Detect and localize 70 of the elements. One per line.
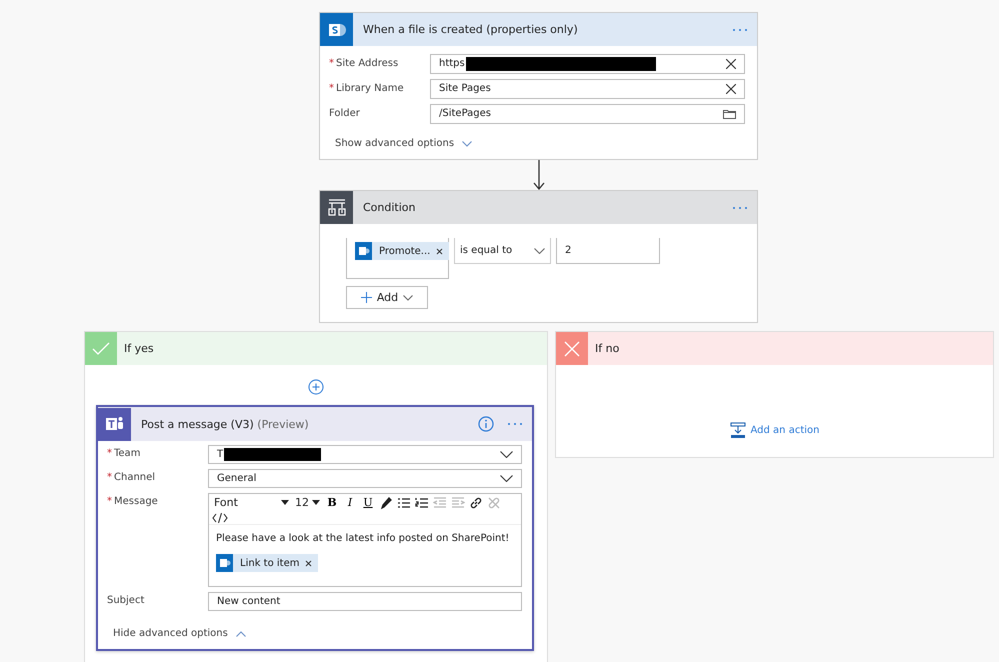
arrow-icon xyxy=(532,160,544,190)
underline-button[interactable]: U xyxy=(360,495,376,510)
advanced-options-link[interactable]: Hide advanced options xyxy=(113,628,228,639)
input-field[interactable]: https xyxy=(430,54,745,74)
field-value: New content xyxy=(217,596,280,607)
chevron-up-icon xyxy=(236,630,246,636)
caret-icon xyxy=(281,500,289,505)
numbers-icon[interactable] xyxy=(414,496,430,510)
token-label: Promote... xyxy=(378,246,432,256)
input-field[interactable]: /SitePages xyxy=(430,104,745,124)
advanced-options-link[interactable]: Show advanced options xyxy=(335,138,454,149)
field-value: 2 xyxy=(565,245,572,256)
add-step-icon[interactable] xyxy=(308,379,324,395)
caret-icon xyxy=(312,500,320,505)
branch-title: If yes xyxy=(124,342,154,355)
field-label: Channel xyxy=(114,472,156,483)
chevron-down-icon xyxy=(403,294,414,300)
code-view-icon[interactable] xyxy=(212,513,228,523)
chevron-down-icon xyxy=(500,451,513,458)
required-mark: * xyxy=(329,58,334,69)
field-value: https xyxy=(439,58,465,69)
input-field[interactable]: 2 xyxy=(556,238,660,264)
required-mark: * xyxy=(107,496,112,507)
field-label: Subject xyxy=(107,595,144,606)
field-label: Site Address xyxy=(336,58,398,69)
plus-icon xyxy=(360,292,372,303)
branch-title: If no xyxy=(595,342,620,355)
card-title: Post a message (V3) (Preview) xyxy=(141,418,310,430)
dynamic-content-token[interactable]: Link to item xyxy=(216,554,318,572)
input-field[interactable]: New content xyxy=(208,592,522,611)
field-label: Folder xyxy=(329,108,360,119)
message-text: Please have a look at the latest info posted on SharePoint! xyxy=(216,533,510,544)
field-value: T xyxy=(217,449,224,460)
card-title: When a file is created (properties only) xyxy=(363,23,579,36)
field-value: General xyxy=(217,473,256,484)
operator-dropdown[interactable]: is equal to xyxy=(454,238,551,264)
card-title: Condition xyxy=(363,201,416,214)
operator-value: is equal to xyxy=(460,245,512,256)
chevron-down-icon xyxy=(500,475,513,482)
condition-operand-field[interactable]: Promote... xyxy=(346,238,449,279)
token-label: Link to item xyxy=(239,558,300,568)
input-field[interactable]: Site Pages xyxy=(430,78,745,98)
field-label: Message xyxy=(114,496,158,507)
field-value: /SitePages xyxy=(439,108,491,119)
field-value: Site Pages xyxy=(439,83,491,94)
add-action-link[interactable]: Add an action xyxy=(730,422,820,438)
required-mark: * xyxy=(107,448,112,459)
add-button[interactable]: Add xyxy=(346,286,428,309)
bullets-icon[interactable] xyxy=(396,496,412,510)
link-icon[interactable] xyxy=(468,496,484,510)
folder-icon[interactable] xyxy=(723,108,736,118)
dropdown-field[interactable]: General xyxy=(208,469,522,488)
clear-icon[interactable] xyxy=(726,58,736,68)
sharepoint-icon xyxy=(355,242,372,260)
dropdown-field[interactable]: T xyxy=(208,445,522,464)
required-mark: * xyxy=(329,83,334,94)
font-dropdown[interactable]: Font xyxy=(212,495,291,510)
pen-icon[interactable] xyxy=(378,496,394,510)
field-label: Library Name xyxy=(336,83,404,94)
add-action-icon xyxy=(730,422,746,438)
info-icon[interactable] xyxy=(478,416,494,432)
dynamic-content-token[interactable]: Promote... xyxy=(355,242,450,260)
field-label: Team xyxy=(114,448,140,459)
chevron-down-icon xyxy=(534,248,545,254)
font-size-dropdown[interactable]: 12 xyxy=(293,495,322,510)
sharepoint-icon xyxy=(216,554,233,572)
chevron-down-icon xyxy=(462,140,472,146)
clear-icon[interactable] xyxy=(726,84,736,94)
required-mark: * xyxy=(107,472,112,483)
message-editor[interactable]: Font 12 B I U Please have a look at the latest info posted on SharePoint! Link to item xyxy=(208,493,522,587)
